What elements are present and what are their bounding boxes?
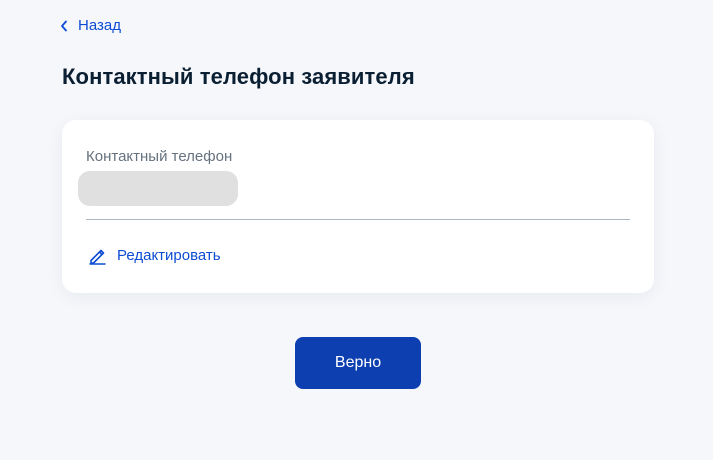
confirm-button[interactable]: Верно [295, 337, 421, 389]
back-link[interactable]: Назад [60, 17, 121, 34]
pencil-icon [88, 246, 107, 265]
divider [86, 219, 630, 220]
page-title: Контактный телефон заявителя [62, 64, 415, 89]
contact-phone-card: Контактный телефон Редактировать [62, 120, 654, 293]
edit-link[interactable]: Редактировать [88, 246, 221, 265]
edit-link-label: Редактировать [117, 247, 221, 264]
contact-phone-label: Контактный телефон [86, 148, 233, 165]
back-link-label: Назад [78, 17, 121, 34]
chevron-left-icon [60, 20, 70, 32]
contact-phone-value-redacted [78, 171, 238, 206]
